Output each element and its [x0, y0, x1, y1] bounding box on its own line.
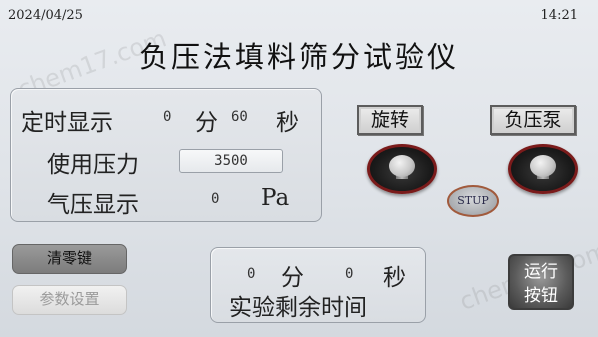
remaining-min-value: 0 [247, 266, 256, 282]
run-button-line2: 按钮 [524, 286, 558, 306]
remaining-time-label: 实验剩余时间 [229, 295, 367, 321]
air-pressure-value: 0 [211, 191, 220, 207]
air-pressure-label: 气压显示 [47, 192, 139, 218]
page-title: 负压法填料筛分试验仪 [138, 40, 459, 74]
rotate-indicator-knob [367, 144, 437, 194]
pressure-label: 使用压力 [47, 152, 139, 178]
timer-sec-value[interactable]: 60 [231, 109, 248, 125]
timer-label: 定时显示 [21, 110, 113, 136]
pressure-input[interactable]: 3500 [179, 149, 283, 173]
remaining-time-panel: 0 分 0 秒 实验剩余时间 [210, 247, 426, 323]
vacuum-pump-button[interactable]: 负压泵 [490, 105, 576, 135]
timer-min-value: 0 [163, 109, 172, 125]
clear-button[interactable]: 清零键 [12, 244, 127, 274]
timer-panel: 定时显示 0 分 60 秒 使用压力 3500 气压显示 0 Pa [10, 88, 322, 222]
stup-button[interactable]: STUP [447, 185, 499, 217]
rotate-button[interactable]: 旋转 [357, 105, 423, 135]
remaining-sec-unit: 秒 [383, 265, 406, 291]
air-pressure-unit: Pa [261, 185, 290, 211]
remaining-min-unit: 分 [281, 265, 304, 291]
hmi-screen: chem17.com chem17.com 2024/04/25 14:21 负… [0, 0, 598, 337]
params-button[interactable]: 参数设置 [12, 285, 127, 315]
run-button-line1: 运行 [524, 262, 558, 282]
clock-display: 14:21 [540, 8, 578, 23]
timer-sec-unit: 秒 [276, 110, 299, 136]
remaining-sec-value: 0 [345, 266, 354, 282]
timer-min-unit: 分 [195, 110, 218, 136]
date-display: 2024/04/25 [8, 8, 83, 23]
run-button[interactable]: 运行 按钮 [508, 254, 574, 310]
vacuum-pump-indicator-knob [508, 144, 578, 194]
